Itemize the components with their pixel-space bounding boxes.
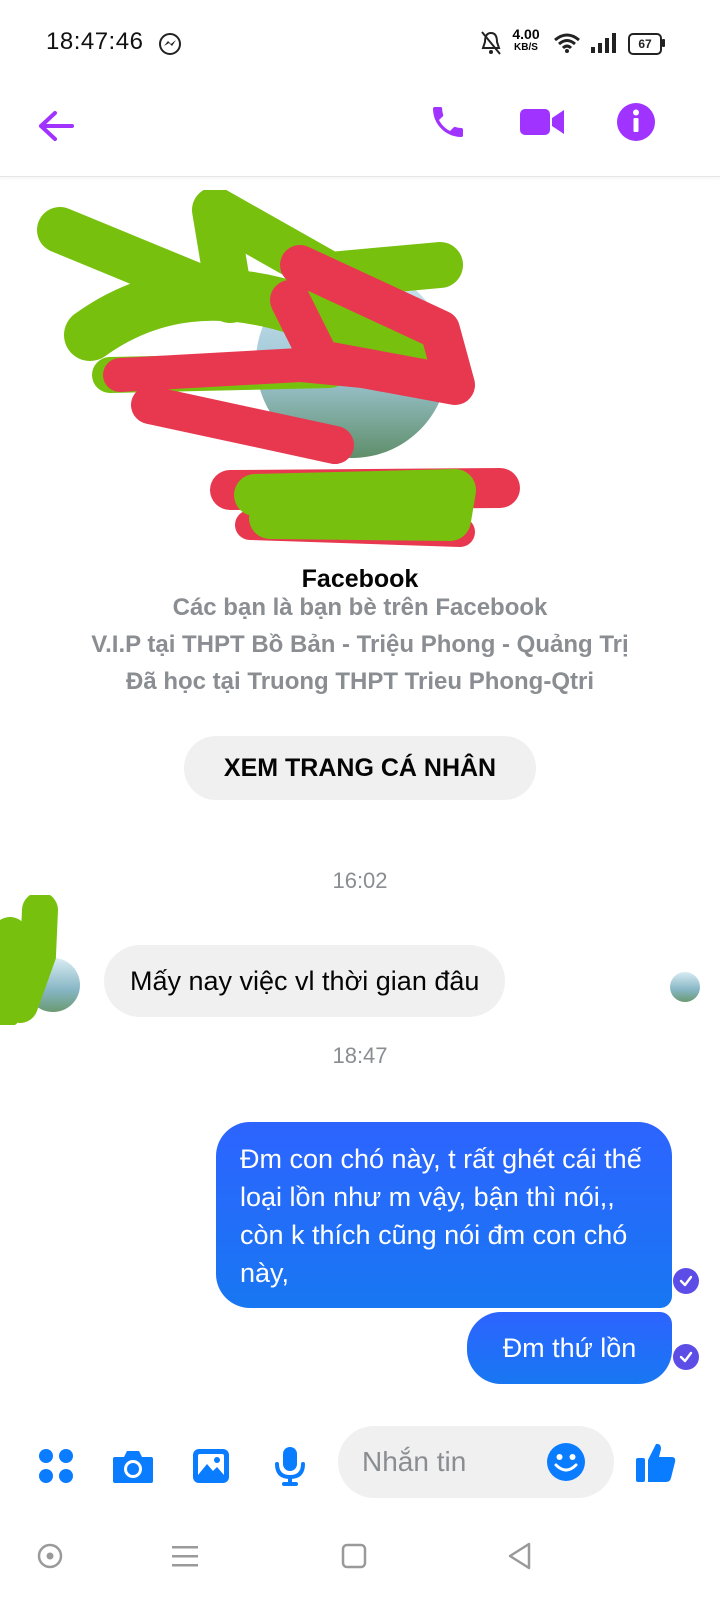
- read-receipt-avatar: [670, 972, 700, 1002]
- camera-button[interactable]: [107, 1440, 159, 1492]
- system-nav-bar: [0, 1520, 720, 1600]
- emoji-icon: [547, 1443, 585, 1481]
- bell-off-icon: [481, 31, 501, 55]
- back-triangle-icon[interactable]: [505, 1540, 535, 1572]
- status-time: 18:47:46: [46, 28, 144, 55]
- voice-call-button[interactable]: [420, 94, 476, 150]
- square-icon[interactable]: [340, 1542, 368, 1570]
- message-timestamp: 16:02: [332, 868, 388, 893]
- profile-name: Facebook: [301, 565, 419, 593]
- arrow-left-icon: [39, 111, 74, 141]
- emoji-button[interactable]: [542, 1438, 590, 1486]
- message-timestamp: 18:47: [332, 1043, 388, 1068]
- net-speed-value: 4.00: [512, 26, 540, 42]
- thumbs-up-icon: [636, 1443, 676, 1482]
- wifi-icon: [554, 33, 580, 53]
- outgoing-message-bubble[interactable]: Đm thứ lồn: [467, 1312, 672, 1384]
- battery-indicator: 67: [628, 33, 662, 55]
- incoming-message-bubble[interactable]: Mấy nay việc vl thời gian đâu: [104, 945, 506, 1017]
- sent-check-icon: [673, 1344, 699, 1370]
- info-button[interactable]: [608, 94, 664, 150]
- apps-button[interactable]: [30, 1440, 82, 1492]
- profile-avatar[interactable]: [256, 266, 448, 458]
- microphone-icon: [275, 1447, 305, 1486]
- outgoing-message-bubble[interactable]: Đm con chó này, t rất ghét cái thế loại …: [216, 1122, 672, 1308]
- profile-work: V.I.P tại THPT Bồ Bản - Triệu Phong - Qu…: [91, 631, 629, 658]
- conversation-header: [0, 88, 720, 177]
- gallery-button[interactable]: [185, 1440, 237, 1492]
- phone-icon: [433, 107, 463, 137]
- profile-education: Đã học tại Truong THPT Trieu Phong-Qtri: [126, 668, 594, 695]
- sender-avatar[interactable]: [26, 958, 80, 1012]
- back-button[interactable]: [28, 98, 84, 154]
- microphone-button[interactable]: [264, 1440, 316, 1492]
- camera-icon: [113, 1451, 153, 1483]
- status-bar: 18:47:46 4.00 KB/S 67: [0, 0, 720, 88]
- like-button[interactable]: [628, 1436, 684, 1488]
- battery-tip: [662, 39, 665, 47]
- menu-icon[interactable]: [170, 1542, 200, 1570]
- gallery-icon: [193, 1449, 229, 1483]
- video-call-button[interactable]: [514, 94, 570, 150]
- net-speed-unit: KB/S: [514, 42, 538, 53]
- sent-check-icon: [673, 1268, 699, 1294]
- friend-status: Các bạn là bạn bè trên Facebook: [172, 594, 548, 621]
- signal-icon: [591, 33, 616, 53]
- apps-icon: [39, 1449, 73, 1483]
- messenger-icon: [159, 33, 181, 55]
- info-icon: [617, 103, 655, 141]
- view-profile-button[interactable]: XEM TRANG CÁ NHÂN: [184, 736, 536, 800]
- video-camera-icon: [520, 109, 564, 135]
- circle-icon[interactable]: [36, 1542, 64, 1570]
- net-speed: 4.00 KB/S: [508, 26, 544, 54]
